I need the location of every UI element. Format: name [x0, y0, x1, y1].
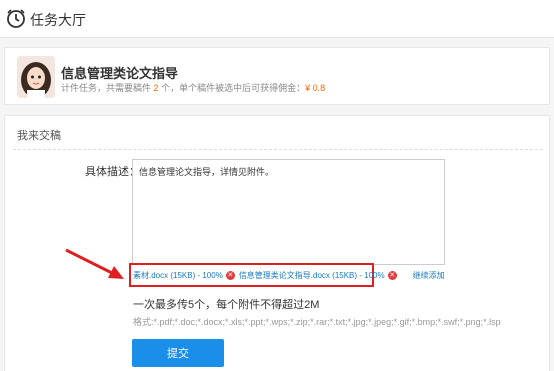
section-title: 我来交稿	[17, 130, 61, 142]
task-hall-logo-icon	[7, 9, 25, 28]
description-textarea[interactable]: 信息管理论文指导，详情见附件。	[132, 159, 445, 265]
attachment-file-2[interactable]: 信息管理类论文指导.docx (15KB) - 100%	[239, 270, 385, 281]
attachment-file-1[interactable]: 素材.docx (15KB) - 100%	[133, 270, 223, 281]
task-reward: ¥ 0.8	[305, 83, 326, 93]
top-bar: 任务大厅	[0, 0, 554, 38]
task-meta: 计件任务，共需要稿件 2 个，单个稿件被选中后可获得佣金：¥ 0.8	[61, 81, 325, 94]
task-info-card: 信息管理类论文指导 计件任务，共需要稿件 2 个，单个稿件被选中后可获得佣金：¥…	[4, 47, 550, 105]
remove-attachment-1-icon[interactable]: ✕	[225, 271, 235, 280]
task-meta-mid: 个，单个稿件被选中后可获得佣金：	[161, 83, 306, 93]
continue-add-link[interactable]: 继续添加	[413, 270, 445, 281]
avatar	[17, 56, 55, 98]
upload-limit-text: 一次最多传5个，每个附件不得超过2M	[133, 299, 320, 311]
task-count: 2	[153, 83, 159, 93]
submit-card: 我来交稿 具体描述： 信息管理论文指导，详情见附件。 素材.docx (15KB…	[4, 115, 550, 371]
submit-button[interactable]: 提交	[132, 339, 224, 367]
divider	[13, 149, 543, 150]
attachment-list: 素材.docx (15KB) - 100% ✕ 信息管理类论文指导.docx (…	[133, 270, 445, 281]
task-title: 信息管理类论文指导	[61, 66, 179, 81]
allowed-formats-text: 格式:*.pdf;*.doc;*.docx;*.xls;*.ppt;*.wps;…	[133, 317, 501, 327]
page-title: 任务大厅	[30, 12, 86, 28]
task-meta-prefix: 计件任务，共需要稿件	[61, 83, 152, 93]
remove-attachment-2-icon[interactable]: ✕	[387, 271, 397, 280]
